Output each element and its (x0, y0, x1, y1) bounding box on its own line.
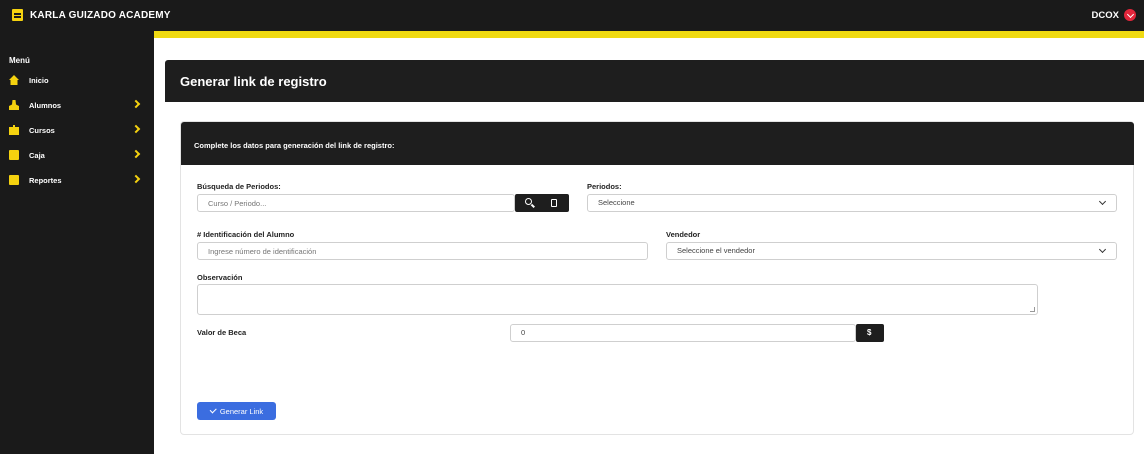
user-icon (9, 100, 19, 110)
chevron-right-icon (131, 174, 141, 184)
sidebar-item-alumnos[interactable]: Alumnos (9, 98, 141, 112)
student-id-label: # Identificación del Alumno (197, 230, 295, 239)
accent-stripe (154, 31, 1144, 38)
seller-select-value: Seleccione el vendedor (677, 246, 755, 255)
academy-logo-icon (12, 9, 23, 21)
user-name: DCOX (1091, 9, 1119, 21)
registration-link-card: Complete los datos para generación del l… (180, 121, 1134, 435)
sidebar: Menú Inicio Alumnos Cursos Caja Reportes (0, 31, 154, 454)
search-actions (515, 194, 569, 212)
brand-name: KARLA GUIZADO ACADEMY (30, 9, 171, 21)
scholarship-label: Valor de Beca (197, 328, 247, 337)
sidebar-item-label: Reportes (29, 175, 62, 185)
home-icon (9, 75, 19, 85)
seller-select[interactable]: Seleccione el vendedor (666, 242, 1117, 260)
scholarship-input[interactable]: 0 (510, 324, 856, 342)
sidebar-item-inicio[interactable]: Inicio (9, 73, 139, 87)
periods-label: Periodos: (587, 182, 622, 191)
sidebar-item-label: Inicio (29, 75, 49, 85)
scholarship-value: 0 (521, 328, 526, 337)
cash-box-icon (9, 150, 19, 160)
sidebar-item-caja[interactable]: Caja (9, 148, 141, 162)
student-id-input[interactable] (197, 242, 648, 260)
chevron-right-icon (131, 149, 141, 159)
group-icon (9, 125, 19, 135)
file-icon[interactable] (551, 199, 557, 207)
check-icon (209, 406, 217, 414)
periods-select-value: Seleccione (598, 198, 635, 207)
chevron-down-icon (1098, 245, 1107, 254)
report-icon (9, 175, 19, 185)
sidebar-item-cursos[interactable]: Cursos (9, 123, 141, 137)
user-menu[interactable]: DCOX (1092, 9, 1136, 21)
chevron-down-icon (1098, 197, 1107, 206)
sidebar-item-reportes[interactable]: Reportes (9, 173, 141, 187)
card-header: Complete los datos para generación del l… (181, 122, 1134, 165)
top-bar: KARLA GUIZADO ACADEMY DCOX (0, 0, 1144, 31)
chevron-right-icon (131, 99, 141, 109)
resize-handle[interactable] (1030, 307, 1035, 312)
card-header-text: Complete los datos para generación del l… (194, 141, 395, 150)
sidebar-item-label: Caja (29, 150, 45, 160)
search-periods-label: Búsqueda de Periodos: (197, 182, 281, 191)
generate-link-button[interactable]: Generar Link (197, 402, 276, 420)
menu-title: Menú (9, 56, 30, 65)
currency-addon: $ (856, 324, 884, 342)
search-periods-input[interactable] (197, 194, 515, 212)
page-header: Generar link de registro (165, 60, 1144, 102)
sidebar-item-label: Cursos (29, 125, 55, 135)
sidebar-item-label: Alumnos (29, 100, 62, 110)
chevron-down-icon[interactable] (1124, 9, 1136, 21)
chevron-right-icon (131, 124, 141, 134)
seller-label: Vendedor (666, 230, 701, 239)
search-icon[interactable] (525, 198, 532, 205)
brand[interactable]: KARLA GUIZADO ACADEMY (12, 9, 171, 21)
dollar-sign: $ (867, 328, 872, 337)
observation-textarea[interactable] (197, 284, 1038, 315)
observation-label: Observación (197, 273, 243, 282)
page-title: Generar link de registro (180, 74, 327, 89)
periods-select[interactable]: Seleccione (587, 194, 1117, 212)
generate-link-label: Generar Link (219, 406, 264, 416)
